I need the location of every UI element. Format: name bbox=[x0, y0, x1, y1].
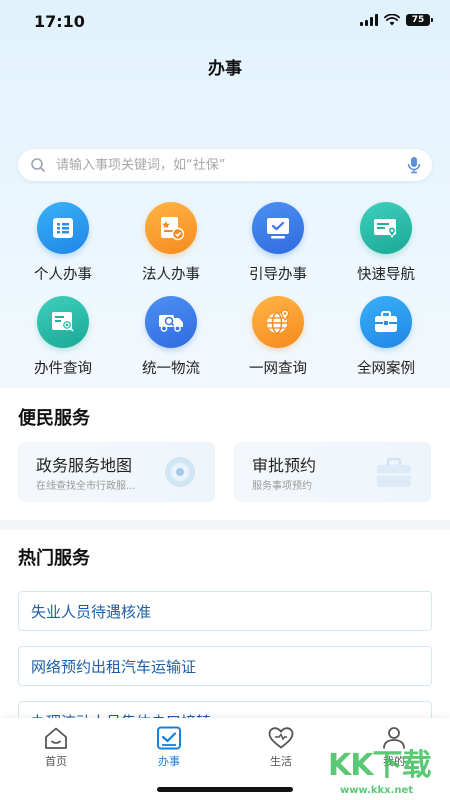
grid-item-label: 个人办事 bbox=[34, 267, 92, 283]
watermark-text: KK下载 bbox=[328, 748, 431, 783]
grid-item-label: 一网查询 bbox=[249, 361, 307, 377]
watermark-url: www.kkx.net bbox=[340, 785, 414, 796]
hot-service-label: 失业人员待遇核准 bbox=[31, 603, 152, 621]
cellular-signal-icon bbox=[360, 14, 378, 26]
home-icon bbox=[45, 727, 67, 749]
grid-item-label: 快速导航 bbox=[357, 267, 415, 283]
status-icons: 75 bbox=[360, 14, 433, 26]
grid-item-guided-affairs[interactable]: 引导办事 bbox=[225, 198, 331, 288]
search-input[interactable] bbox=[56, 149, 386, 181]
card-title: 政务服务地图 bbox=[36, 456, 133, 475]
watermark-logo: KK下载 www.kkx.net bbox=[328, 740, 446, 798]
tab-label: 首页 bbox=[45, 755, 67, 768]
tab-label: 生活 bbox=[270, 755, 292, 768]
map-target-icon bbox=[165, 457, 195, 487]
section-title: 便民服务 bbox=[18, 408, 90, 429]
heart-icon bbox=[268, 727, 294, 749]
hot-services-section: 热门服务 失业人员待遇核准 网络预约出租汽车运输证 办理流动人员集体户口接转 bbox=[0, 530, 450, 741]
briefcase-icon bbox=[360, 296, 412, 348]
grid-item-legal-affairs[interactable]: 法人办事 bbox=[118, 198, 224, 288]
truck-icon bbox=[145, 296, 197, 348]
home-indicator bbox=[157, 787, 293, 792]
enterprise-icon bbox=[145, 202, 197, 254]
tab-label: 办事 bbox=[158, 755, 180, 768]
map-pin-card-icon bbox=[360, 202, 412, 254]
tab-affairs[interactable]: 办事 bbox=[134, 726, 204, 770]
monitor-check-icon bbox=[252, 202, 304, 254]
globe-pin-icon bbox=[252, 296, 304, 348]
briefcase-icon bbox=[377, 457, 411, 487]
grid-item-case-query[interactable]: 办件查询 bbox=[10, 292, 116, 382]
service-card-government-map[interactable]: 政务服务地图 在线查找全市行政服... bbox=[18, 442, 215, 502]
microphone-icon[interactable] bbox=[406, 156, 422, 174]
battery-icon: 75 bbox=[406, 14, 433, 26]
grid-item-label: 统一物流 bbox=[142, 361, 200, 377]
grid-item-label: 法人办事 bbox=[142, 267, 200, 283]
convenience-section: 便民服务 政务服务地图 在线查找全市行政服... 审批预约 服务事项预约 bbox=[0, 388, 450, 520]
search-bar[interactable] bbox=[18, 149, 432, 181]
section-divider bbox=[0, 520, 450, 530]
checkbox-icon bbox=[157, 726, 181, 750]
status-time: 17:10 bbox=[34, 12, 85, 31]
grid-item-all-network-cases[interactable]: 全网案例 bbox=[333, 292, 439, 382]
grid-item-label: 全网案例 bbox=[357, 361, 415, 377]
grid-item-unified-logistics[interactable]: 统一物流 bbox=[118, 292, 224, 382]
card-title: 审批预约 bbox=[252, 456, 317, 475]
grid-item-personal-affairs[interactable]: 个人办事 bbox=[10, 198, 116, 288]
hot-service-label: 网络预约出租汽车运输证 bbox=[31, 658, 197, 676]
hot-service-item[interactable]: 网络预约出租汽车运输证 bbox=[18, 646, 432, 686]
card-subtitle: 服务事项预约 bbox=[252, 481, 312, 492]
document-search-icon bbox=[37, 296, 89, 348]
wifi-icon bbox=[384, 14, 400, 26]
service-card-approval-appointment[interactable]: 审批预约 服务事项预约 bbox=[234, 442, 431, 502]
grid-item-label: 引导办事 bbox=[249, 267, 307, 283]
hot-service-item[interactable]: 失业人员待遇核准 bbox=[18, 591, 432, 631]
grid-item-label: 办件查询 bbox=[34, 361, 92, 377]
grid-item-one-network-query[interactable]: 一网查询 bbox=[225, 292, 331, 382]
page-title: 办事 bbox=[208, 59, 242, 79]
section-title: 热门服务 bbox=[18, 548, 90, 569]
card-subtitle: 在线查找全市行政服... bbox=[36, 481, 136, 492]
list-icon bbox=[37, 202, 89, 254]
tab-home[interactable]: 首页 bbox=[21, 726, 91, 770]
search-icon bbox=[31, 158, 45, 172]
grid-item-quick-navigation[interactable]: 快速导航 bbox=[333, 198, 439, 288]
tab-life[interactable]: 生活 bbox=[246, 726, 316, 770]
status-bar: 17:10 75 bbox=[0, 0, 450, 44]
